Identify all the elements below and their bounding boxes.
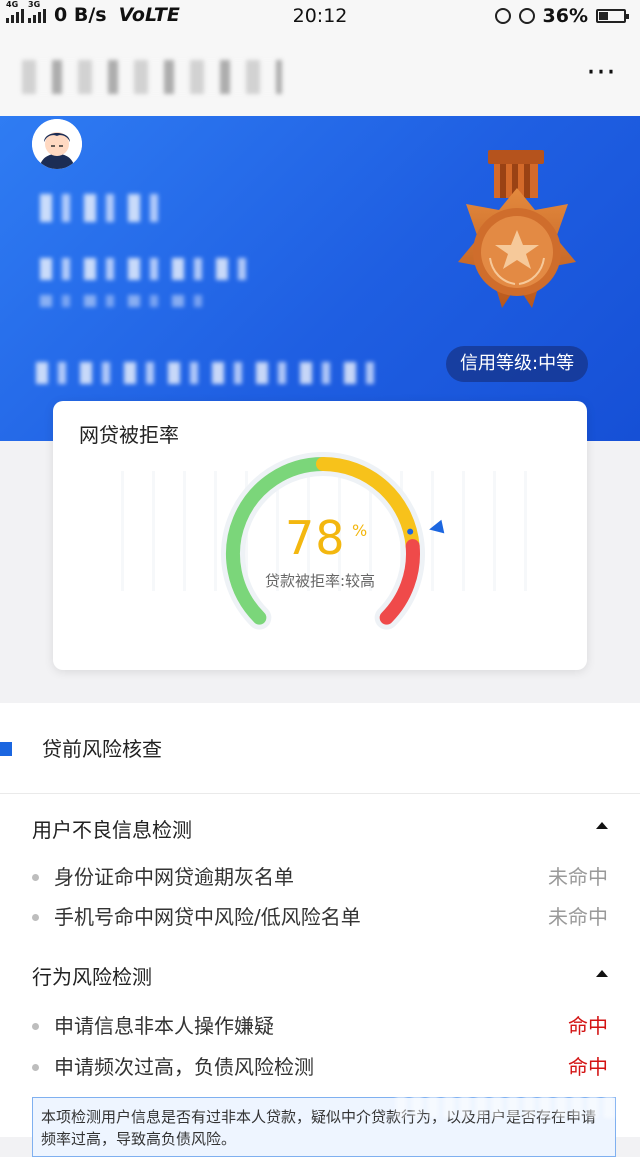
rejection-rate-card: 网贷被拒率 78 % 贷款被拒率:较高 (53, 401, 587, 670)
item-status: 命中 (568, 1055, 608, 1079)
item-status: 未命中 (548, 865, 608, 889)
bullet-icon (32, 914, 39, 921)
collapse-caret-icon[interactable] (596, 822, 608, 829)
list-item: 手机号命中网贷中风险/低风险名单 未命中 (32, 902, 608, 932)
status-right: 36% (494, 5, 629, 27)
section-accent-bar (0, 742, 12, 756)
card-title: 网贷被拒率 (79, 423, 179, 447)
list-item: 申请频次过高，负债风险检测 命中 (32, 1052, 608, 1082)
gauge-pointer-icon (427, 519, 445, 537)
gauge-value-marker (407, 528, 414, 535)
item-label: 申请信息非本人操作嫌疑 (54, 1014, 274, 1038)
credit-level-badge: 信用等级:中等 (446, 346, 589, 382)
group-title-behavior: 行为风险检测 (32, 965, 152, 989)
battery-icon (596, 9, 629, 23)
user-info-obscured (40, 258, 260, 280)
collapse-caret-icon[interactable] (596, 970, 608, 977)
user-name-obscured (40, 194, 170, 222)
section-title: 贷前风险核查 (42, 737, 162, 761)
item-status: 未命中 (548, 905, 608, 929)
list-item: 身份证命中网贷逾期灰名单 未命中 (32, 862, 608, 892)
item-label: 身份证命中网贷逾期灰名单 (54, 865, 294, 889)
item-label: 申请频次过高，负债风险检测 (54, 1055, 314, 1079)
status-bar: 4G 3G 0 B/s VoLTE 20:12 36% (0, 0, 640, 34)
bullet-icon (32, 874, 39, 881)
bullet-icon (32, 1023, 39, 1030)
more-options-button[interactable]: ⋯ (586, 57, 618, 87)
medal-icon (458, 150, 576, 308)
rejection-rate-description: 贷款被拒率:较高 (264, 572, 376, 590)
avatar-icon (32, 119, 82, 169)
watermark-obscured (396, 1092, 626, 1118)
alarm-icon (518, 8, 535, 24)
group-title-bad-info: 用户不良信息检测 (32, 818, 192, 842)
report-id-obscured (36, 362, 376, 384)
page-title-obscured (22, 60, 282, 94)
user-info-obscured-2 (40, 295, 210, 307)
bullet-icon (32, 1064, 39, 1071)
avatar (32, 119, 82, 169)
lock-rotation-icon (494, 8, 511, 24)
item-label: 手机号命中网贷中风险/低风险名单 (54, 905, 361, 929)
list-item: 申请信息非本人操作嫌疑 命中 (32, 1011, 608, 1041)
battery-percent: 36% (542, 5, 588, 27)
rejection-rate-value: 78 (285, 511, 346, 565)
section-header: 贷前风险核查 (0, 703, 640, 794)
rejection-rate-unit: % (352, 521, 368, 540)
item-status: 命中 (568, 1014, 608, 1038)
